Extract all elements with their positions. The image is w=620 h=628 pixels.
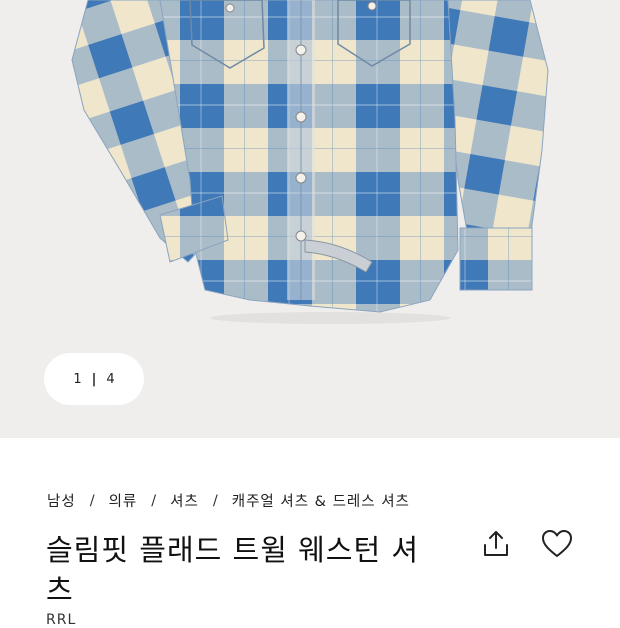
breadcrumb: 남성 / 의류 / 셔츠 / 캐주얼 셔츠 & 드레스 셔츠 <box>47 490 410 511</box>
breadcrumb-item-clothing[interactable]: 의류 <box>109 490 138 511</box>
breadcrumb-item-men[interactable]: 남성 <box>47 490 76 511</box>
pager-current: 1 <box>73 371 82 387</box>
share-button[interactable] <box>476 524 516 564</box>
brand-name[interactable]: RRL <box>46 612 76 628</box>
product-image-gallery[interactable]: 1 | 4 <box>0 0 620 438</box>
product-title: 슬림핏 플래드 트윌 웨스턴 셔츠 <box>46 533 420 607</box>
share-icon <box>484 531 508 556</box>
breadcrumb-separator: / <box>151 492 157 509</box>
product-info: 남성 / 의류 / 셔츠 / 캐주얼 셔츠 & 드레스 셔츠 슬림핏 플래드 트… <box>0 438 620 628</box>
breadcrumb-separator: / <box>89 492 95 509</box>
heart-icon <box>542 530 572 557</box>
image-pager: 1 | 4 <box>44 353 144 405</box>
pager-total: 4 <box>106 371 115 387</box>
breadcrumb-item-shirts[interactable]: 셔츠 <box>170 490 199 511</box>
favorite-button[interactable] <box>537 524 577 564</box>
breadcrumb-separator: / <box>212 492 218 509</box>
pager-separator: | <box>91 371 97 387</box>
breadcrumb-item-casual-dress-shirts[interactable]: 캐주얼 셔츠 & 드레스 셔츠 <box>232 490 410 511</box>
